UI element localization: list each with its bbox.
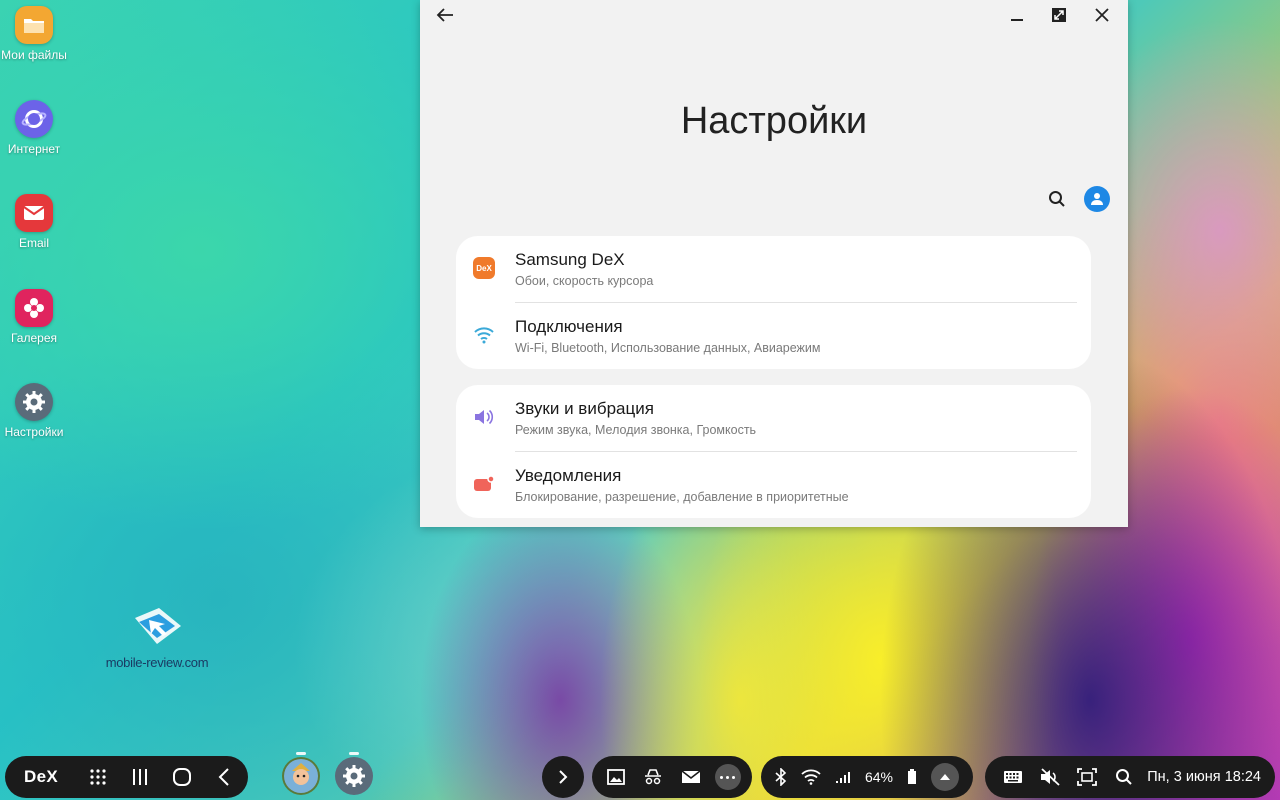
back-nav-button[interactable] bbox=[203, 756, 245, 798]
notification-email[interactable] bbox=[677, 756, 705, 798]
close-button[interactable] bbox=[1089, 3, 1115, 27]
more-notifications-button[interactable] bbox=[714, 756, 742, 798]
more-dots-icon bbox=[714, 764, 741, 790]
bluetooth-icon bbox=[775, 768, 787, 786]
chevron-left-icon bbox=[218, 768, 229, 786]
folder-icon bbox=[15, 6, 53, 44]
settings-card: DeX Samsung DeX Обои, скорость курсора П… bbox=[456, 236, 1091, 369]
window-titlebar[interactable] bbox=[420, 0, 1128, 30]
notification-gallery[interactable] bbox=[602, 756, 630, 798]
watermark-logo bbox=[135, 608, 181, 644]
clock[interactable]: Пн, 3 июня 18:24 bbox=[1147, 769, 1261, 785]
settings-card: Звуки и вибрация Режим звука, Мелодия зв… bbox=[456, 385, 1091, 518]
close-icon bbox=[1095, 8, 1109, 22]
settings-window: Настройки DeX Samsung DeX Обои, скорость… bbox=[420, 0, 1128, 527]
search-icon bbox=[1049, 191, 1065, 207]
account-button[interactable] bbox=[1084, 186, 1110, 212]
desktop-icon-label: Мои файлы bbox=[1, 48, 67, 62]
system-tools-pill: Пн, 3 июня 18:24 bbox=[985, 756, 1275, 798]
desktop-icon-label: Настройки bbox=[4, 425, 64, 439]
search-button[interactable] bbox=[1044, 186, 1070, 212]
settings-item-title: Подключения bbox=[515, 317, 623, 336]
dock-app-game[interactable] bbox=[282, 757, 320, 795]
battery-percent: 64% bbox=[864, 769, 893, 785]
chevron-right-icon bbox=[559, 770, 568, 784]
settings-item-title: Звуки и вибрация bbox=[515, 399, 654, 418]
image-icon bbox=[607, 769, 625, 785]
maximize-button[interactable] bbox=[1046, 3, 1072, 27]
minimize-icon bbox=[1011, 19, 1023, 21]
account-icon bbox=[1091, 193, 1103, 205]
page-title: Настройки bbox=[680, 100, 868, 142]
dock-indicator bbox=[296, 752, 306, 755]
email-icon bbox=[681, 770, 701, 783]
apps-button[interactable] bbox=[77, 756, 119, 798]
dex-logo: DeX bbox=[24, 767, 58, 786]
desktop-icon-email[interactable]: Email bbox=[0, 194, 68, 250]
gallery-icon bbox=[15, 289, 53, 327]
settings-item-sounds[interactable]: Звуки и вибрация Режим звука, Мелодия зв… bbox=[456, 385, 1091, 452]
search-icon bbox=[1116, 769, 1132, 785]
battery-icon bbox=[907, 769, 916, 784]
dock-app-settings[interactable] bbox=[335, 757, 373, 795]
settings-toolbar bbox=[1044, 186, 1110, 212]
expand-notifications-button[interactable] bbox=[542, 756, 584, 798]
game-app-icon bbox=[284, 759, 318, 793]
status-pill[interactable]: 64% bbox=[761, 756, 973, 798]
watermark: mobile-review.com bbox=[102, 604, 212, 670]
notification-icon bbox=[472, 472, 496, 496]
desktop-icon-settings[interactable]: Настройки bbox=[0, 383, 68, 439]
recents-icon bbox=[133, 769, 147, 785]
wifi-icon bbox=[472, 323, 496, 347]
desktop-icon-label: Интернет bbox=[7, 142, 61, 156]
settings-item-subtitle: Wi-Fi, Bluetooth, Использование данных, … bbox=[515, 341, 821, 355]
speaker-icon bbox=[472, 405, 496, 429]
keyboard-button[interactable] bbox=[999, 756, 1027, 798]
keyboard-icon bbox=[1004, 771, 1022, 783]
recents-button[interactable] bbox=[119, 756, 161, 798]
screen-capture-button[interactable] bbox=[1073, 756, 1101, 798]
notification-incognito[interactable] bbox=[639, 756, 667, 798]
settings-item-title: Уведомления bbox=[515, 466, 622, 485]
incognito-icon bbox=[645, 769, 662, 785]
minimize-button[interactable] bbox=[1004, 3, 1030, 27]
dex-icon: DeX bbox=[472, 256, 496, 280]
settings-item-notifications[interactable]: Уведомления Блокирование, разрешение, до… bbox=[456, 452, 1091, 518]
arrow-left-icon bbox=[436, 8, 453, 22]
settings-item-subtitle: Режим звука, Мелодия звонка, Громкость bbox=[515, 423, 757, 437]
signal-icon bbox=[835, 772, 850, 783]
dex-button[interactable]: DeX bbox=[5, 756, 77, 798]
internet-icon bbox=[15, 100, 53, 138]
desktop-icon-gallery[interactable]: Галерея bbox=[0, 289, 68, 345]
maximize-icon bbox=[1052, 8, 1066, 22]
settings-item-subtitle: Блокирование, разрешение, добавление в п… bbox=[515, 490, 849, 504]
notification-icons-pill bbox=[592, 756, 752, 798]
desktop-icon-label: Email bbox=[18, 236, 49, 250]
settings-item-samsung-dex[interactable]: DeX Samsung DeX Обои, скорость курсора bbox=[456, 236, 1091, 303]
quick-panel-button[interactable] bbox=[930, 763, 959, 791]
desktop-icon-label: Галерея bbox=[10, 331, 58, 345]
watermark-text: mobile-review.com bbox=[105, 655, 209, 670]
desktop-icon-internet[interactable]: Интернет bbox=[0, 100, 68, 156]
settings-icon bbox=[15, 383, 53, 421]
back-button[interactable] bbox=[432, 3, 458, 27]
settings-icon bbox=[343, 765, 365, 787]
dock-indicator bbox=[349, 752, 359, 755]
home-button[interactable] bbox=[161, 756, 203, 798]
email-icon bbox=[15, 194, 53, 232]
triangle-up-icon bbox=[939, 774, 950, 780]
volume-muted-icon bbox=[1041, 768, 1060, 786]
screen-capture-icon bbox=[1077, 768, 1098, 786]
home-icon bbox=[173, 768, 191, 786]
navigation-pill: DeX bbox=[5, 756, 248, 798]
volume-button[interactable] bbox=[1036, 756, 1064, 798]
apps-grid-icon bbox=[90, 769, 106, 785]
settings-item-subtitle: Обои, скорость курсора bbox=[515, 274, 654, 288]
search-button[interactable] bbox=[1110, 756, 1138, 798]
settings-item-connections[interactable]: Подключения Wi-Fi, Bluetooth, Использова… bbox=[456, 303, 1091, 369]
wifi-icon bbox=[801, 769, 821, 785]
desktop-icon-my-files[interactable]: Мои файлы bbox=[0, 6, 68, 62]
settings-item-title: Samsung DeX bbox=[515, 250, 625, 269]
